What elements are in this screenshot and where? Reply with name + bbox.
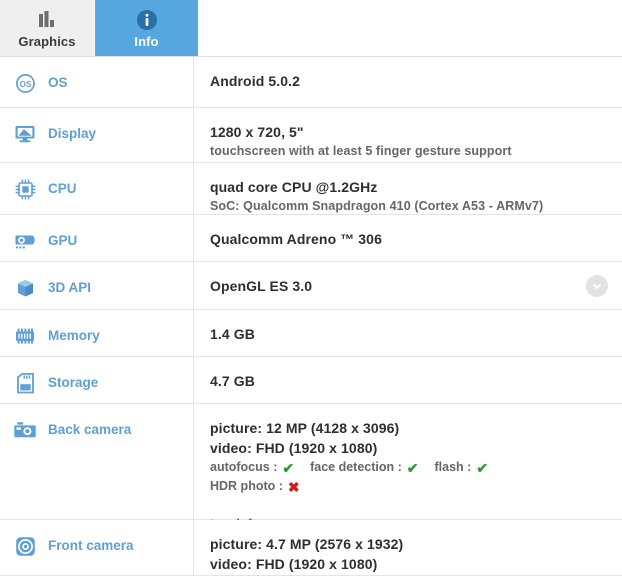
- row-value-cell: 1.4 GB: [194, 310, 622, 356]
- row-label: OS: [48, 75, 68, 90]
- row-label-cell: OS OS: [0, 57, 194, 107]
- feature-label: autofocus :: [210, 460, 278, 474]
- feature-face-detection: face detection : ✔: [310, 458, 418, 477]
- feature-label: flash :: [434, 460, 472, 474]
- feature-label: face detection :: [310, 460, 402, 474]
- row-value-main: Android 5.0.2: [210, 73, 300, 89]
- row-value-main: Qualcomm Adreno ™ 306: [210, 231, 382, 247]
- row-label-cell: Back camera: [0, 404, 194, 519]
- row-value-main: picture: 12 MP (4128 x 3096): [210, 420, 400, 436]
- ram-icon: [14, 325, 36, 347]
- sd-card-icon: [14, 372, 36, 394]
- row-value-cell: quad core CPU @1.2GHz SoC: Qualcomm Snap…: [194, 163, 622, 214]
- row-value-main: picture: 4.7 MP (2576 x 1932): [210, 536, 404, 552]
- table-row: Front camera picture: 4.7 MP (2576 x 193…: [0, 520, 622, 576]
- cpu-chip-icon: [14, 178, 36, 200]
- table-row: Memory 1.4 GB: [0, 310, 622, 357]
- row-value-sub: video: FHD (1920 x 1080): [210, 440, 378, 456]
- front-camera-icon: [14, 535, 36, 557]
- row-value-main: OpenGL ES 3.0: [210, 278, 313, 294]
- row-label: 3D API: [48, 280, 92, 295]
- row-label: Front camera: [48, 538, 134, 553]
- table-row: Storage 4.7 GB: [0, 357, 622, 404]
- row-label-cell: CPU: [0, 163, 194, 214]
- cross-icon: ✖: [287, 478, 300, 495]
- cube-icon: [14, 277, 36, 299]
- row-label-cell: Display: [0, 108, 194, 162]
- table-row: Display 1280 x 720, 5" touchscreen with …: [0, 108, 622, 163]
- tab-graphics[interactable]: Graphics: [0, 0, 95, 57]
- gpu-card-icon: [14, 230, 36, 252]
- row-value-main: 1.4 GB: [210, 326, 255, 342]
- row-value-main: 1280 x 720, 5": [210, 124, 304, 140]
- info-icon: [136, 9, 158, 31]
- row-label-cell: Front camera: [0, 520, 194, 575]
- feature-flash: flash : ✔: [435, 458, 489, 477]
- tab-bar: Graphics Info: [0, 0, 622, 57]
- check-icon: ✔: [476, 459, 489, 476]
- row-label-cell: Storage: [0, 357, 194, 403]
- check-icon: ✔: [282, 459, 295, 476]
- row-label: GPU: [48, 233, 78, 248]
- table-row: 3D API OpenGL ES 3.0: [0, 262, 622, 310]
- camera-icon: [14, 419, 36, 441]
- tab-info[interactable]: Info: [95, 0, 198, 57]
- table-row: GPU Qualcomm Adreno ™ 306: [0, 215, 622, 262]
- os-circle-icon: OS: [14, 72, 36, 94]
- feature-label: HDR photo :: [210, 479, 283, 493]
- row-value-cell: picture: 12 MP (4128 x 3096) video: FHD …: [194, 404, 622, 532]
- row-value-cell: OpenGL ES 3.0: [194, 262, 622, 309]
- table-row: CPU quad core CPU @1.2GHz SoC: Qualcomm …: [0, 163, 622, 215]
- row-value-main: 4.7 GB: [210, 373, 255, 389]
- device-info-panel: Graphics Info OS OS Android 5.0.2 Displa…: [0, 0, 622, 576]
- row-value-cell: 4.7 GB: [194, 357, 622, 403]
- row-value-sub: SoC: Qualcomm Snapdragon 410 (Cortex A53…: [210, 199, 544, 213]
- row-label-cell: 3D API: [0, 262, 194, 309]
- svg-text:OS: OS: [19, 80, 31, 89]
- row-label: Storage: [48, 375, 99, 390]
- table-row: Back camera picture: 12 MP (4128 x 3096)…: [0, 404, 622, 532]
- chevron-down-icon[interactable]: [586, 274, 608, 297]
- table-row: OS OS Android 5.0.2: [0, 57, 622, 108]
- row-value-cell: Android 5.0.2: [194, 57, 622, 107]
- row-label: Back camera: [48, 422, 132, 437]
- tab-info-label: Info: [134, 33, 159, 49]
- camera-feature-line: autofocus : ✔ face detection : ✔ flash :…: [210, 458, 606, 496]
- row-label: Display: [48, 126, 97, 141]
- row-label-cell: Memory: [0, 310, 194, 356]
- row-value-sub: video: FHD (1920 x 1080): [210, 556, 378, 572]
- row-value-main: quad core CPU @1.2GHz: [210, 179, 378, 195]
- bar-chart-icon: [36, 9, 58, 31]
- row-label: CPU: [48, 181, 77, 196]
- monitor-icon: [14, 123, 36, 145]
- feature-autofocus: autofocus : ✔: [210, 458, 294, 477]
- tab-graphics-label: Graphics: [18, 33, 76, 49]
- row-value-cell: picture: 4.7 MP (2576 x 1932) video: FHD…: [194, 520, 622, 575]
- feature-hdr-photo: HDR photo : ✖: [210, 477, 300, 496]
- specs-table: OS OS Android 5.0.2 Display 1280 x 720, …: [0, 57, 622, 576]
- row-label-cell: GPU: [0, 215, 194, 261]
- check-icon: ✔: [406, 459, 419, 476]
- row-label: Memory: [48, 328, 100, 343]
- row-value-sub: touchscreen with at least 5 finger gestu…: [210, 144, 512, 158]
- row-value-cell: Qualcomm Adreno ™ 306: [194, 215, 622, 261]
- row-value-cell: 1280 x 720, 5" touchscreen with at least…: [194, 108, 622, 162]
